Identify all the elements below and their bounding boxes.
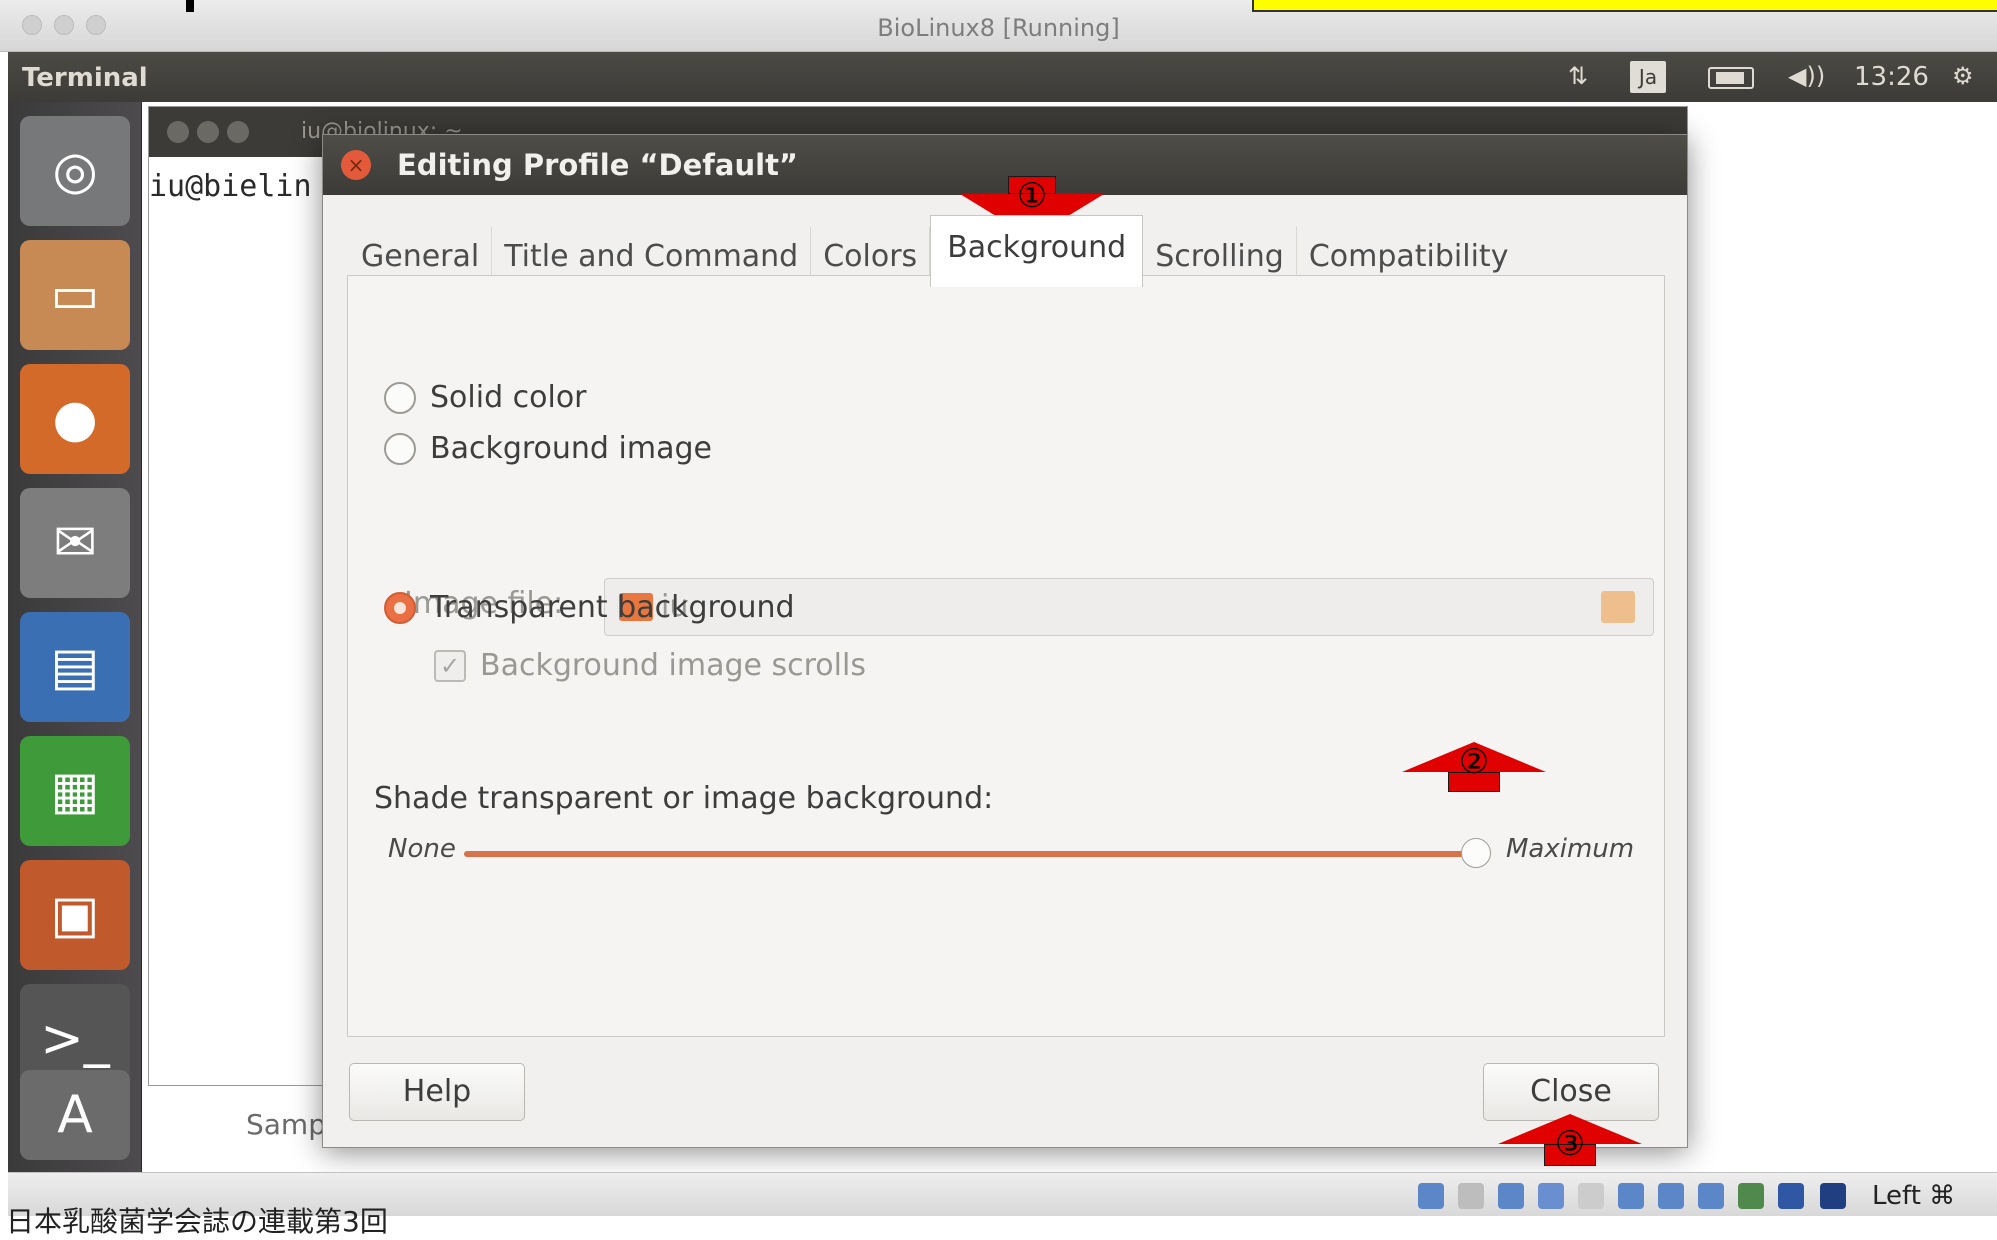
terminal-prompt[interactable]: iu@bielin	[149, 169, 312, 204]
launcher-calc[interactable]: ▦	[20, 736, 130, 846]
audio-icon[interactable]	[1498, 1183, 1524, 1209]
usb-icon[interactable]	[1578, 1183, 1604, 1209]
dialog-close-icon[interactable]: ×	[341, 150, 371, 180]
launcher-firefox[interactable]: ●	[20, 364, 130, 474]
solid-color-radio[interactable]	[384, 381, 416, 414]
software-center-icon: A	[57, 1085, 93, 1145]
panel-clock[interactable]: 13:26	[1854, 62, 1929, 92]
settings-gear-icon[interactable]: ⚙	[1952, 62, 1974, 90]
solid-color-label: Solid color	[430, 380, 587, 415]
shade-slider-fill	[464, 851, 1476, 857]
transparent-background-radio[interactable]	[384, 591, 416, 624]
firefox-icon: ●	[52, 389, 98, 449]
slider-max-label: Maximum	[1506, 834, 1635, 864]
transparent-background-option[interactable]: Transparent background	[384, 590, 795, 625]
help-button[interactable]: Help	[349, 1063, 525, 1121]
background-image-scrolls-label: Background image scrolls	[480, 648, 866, 683]
storage-icon[interactable]	[1418, 1183, 1444, 1209]
display-icon[interactable]	[1658, 1183, 1684, 1209]
arrow-3-number: ③	[1554, 1124, 1586, 1164]
terminal-close-icon[interactable]	[167, 121, 189, 143]
background-image-radio[interactable]	[384, 432, 416, 465]
network-icon[interactable]: ⇅	[1568, 62, 1588, 90]
panel-app-name: Terminal	[22, 63, 148, 93]
background-tab-panel: Solid color Background image Image file:…	[347, 275, 1665, 1037]
host-key-label: Left ⌘	[1872, 1181, 1956, 1211]
launcher-dash[interactable]: ◎	[20, 116, 130, 226]
shared-folders-icon[interactable]	[1618, 1183, 1644, 1209]
shade-slider-row: None Maximum	[388, 834, 1658, 874]
caption-text: 日本乳酸菌学会誌の連載第3回	[6, 1205, 388, 1238]
terminal-minimize-icon[interactable]	[197, 121, 219, 143]
ubuntu-top-panel: Terminal ⇅ Ja ◀)) 13:26 ⚙	[8, 52, 1997, 102]
terminal-maximize-icon[interactable]	[227, 121, 249, 143]
document-icon: ▤	[50, 637, 100, 697]
shade-slider-handle[interactable]	[1461, 838, 1491, 868]
virtualization-icon[interactable]	[1738, 1183, 1764, 1209]
file-cabinet-icon: ▭	[50, 265, 100, 325]
launcher-writer[interactable]: ▤	[20, 612, 130, 722]
spreadsheet-icon: ▦	[50, 761, 100, 821]
background-image-option[interactable]: Background image	[384, 431, 712, 466]
keyboard-capture-icon[interactable]	[1820, 1183, 1846, 1209]
folder-icon	[1601, 591, 1635, 623]
launcher-impress[interactable]: ▣	[20, 860, 130, 970]
highlight-box	[1252, 0, 1997, 12]
terminal-footer-text: Samp	[246, 1108, 326, 1141]
envelope-icon: ✉	[53, 513, 97, 573]
input-method-indicator[interactable]: Ja	[1630, 61, 1666, 93]
video-capture-icon[interactable]	[1698, 1183, 1724, 1209]
solid-color-option[interactable]: Solid color	[384, 380, 587, 415]
dialog-title: Editing Profile “Default”	[397, 148, 798, 182]
shade-label: Shade transparent or image background:	[374, 781, 994, 816]
tab-background[interactable]: Background	[930, 215, 1144, 287]
mouse-integration-icon[interactable]	[1778, 1183, 1804, 1209]
unity-launcher: ◎ ▭ ● ✉ ▤ ▦ ▣ >_ A	[8, 102, 142, 1172]
close-button[interactable]: Close	[1483, 1063, 1659, 1121]
arrow-1-number: ①	[1016, 176, 1048, 216]
profile-dialog: × Editing Profile “Default” General Titl…	[322, 134, 1688, 1148]
volume-icon[interactable]: ◀))	[1788, 62, 1825, 90]
ubuntu-logo-icon: ◎	[52, 141, 98, 201]
slider-min-label: None	[388, 834, 456, 864]
background-image-scrolls-checkbox[interactable]: ✓	[434, 649, 466, 682]
network-adapter-icon[interactable]	[1538, 1183, 1564, 1209]
background-image-scrolls-option[interactable]: ✓ Background image scrolls	[434, 648, 866, 683]
arrow-2-number: ②	[1458, 742, 1490, 782]
transparent-background-label: Transparent background	[430, 590, 795, 625]
host-window-title: BioLinux8 [Running]	[877, 14, 1120, 42]
optical-drive-icon[interactable]	[1458, 1183, 1484, 1209]
launcher-software[interactable]: A	[20, 1070, 130, 1160]
battery-icon[interactable]	[1708, 67, 1754, 89]
launcher-files[interactable]: ▭	[20, 240, 130, 350]
decorative-mark	[186, 0, 194, 12]
background-image-label: Background image	[430, 431, 712, 466]
presentation-icon: ▣	[50, 885, 100, 945]
shade-slider[interactable]	[464, 838, 1491, 868]
launcher-mail[interactable]: ✉	[20, 488, 130, 598]
